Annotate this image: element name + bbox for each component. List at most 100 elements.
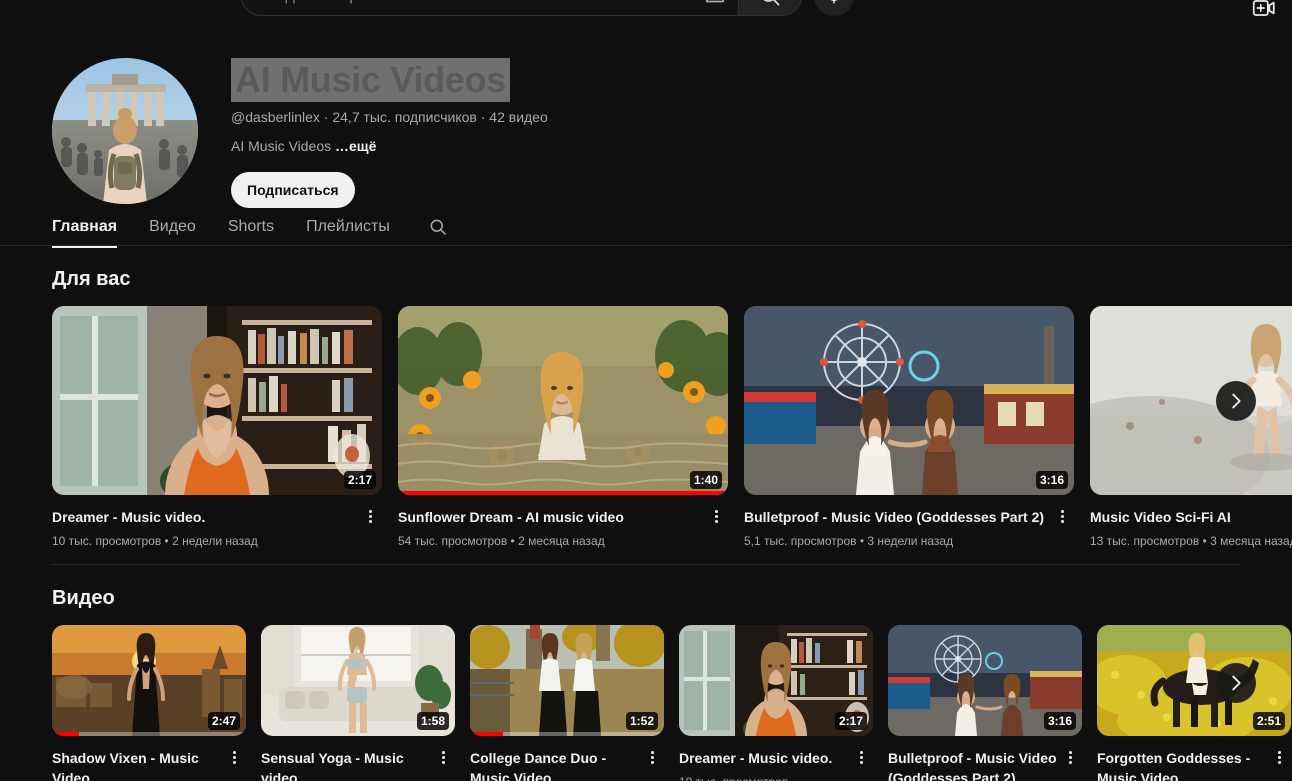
video-stats: 10 тыс. просмотров (679, 773, 849, 781)
video-title[interactable]: Shadow Vixen - Music Video (52, 748, 222, 781)
create-video-icon[interactable] (1246, 0, 1282, 26)
video-card: 2:47 Shadow Vixen - Music Video 1 тыс. п… (52, 625, 246, 781)
video-duration: 2:51 (1252, 712, 1285, 730)
video-title[interactable]: Bulletproof - Music Video (Goddesses Par… (888, 748, 1058, 781)
kebab-menu-icon[interactable] (1050, 507, 1074, 527)
shelf-videos-next-button[interactable] (1216, 663, 1256, 703)
video-thumbnail[interactable]: 1:58 (261, 625, 455, 736)
channel-description: AI Music Videos …ещё (231, 136, 548, 156)
voice-search-button[interactable] (814, 0, 854, 16)
video-card: 2:17 Dreamer - Music video. 10 тыс. прос… (679, 625, 873, 781)
search-button[interactable] (738, 0, 802, 16)
video-duration: 2:17 (834, 712, 867, 730)
search-box[interactable] (241, 0, 738, 16)
tab-videos[interactable]: Видео (149, 208, 196, 246)
kebab-menu-icon[interactable] (1267, 748, 1291, 768)
shelf-videos-clip: 2:47 Shadow Vixen - Music Video 1 тыс. п… (0, 615, 1292, 781)
channel-description-text: AI Music Videos (231, 138, 332, 154)
kebab-menu-icon[interactable] (222, 748, 246, 768)
keyboard-icon[interactable] (702, 0, 728, 9)
channel-header: AI Music Videos @dasberlinlex · 24,7 тыс… (52, 58, 548, 208)
video-thumbnail[interactable]: 3:16 (744, 306, 1074, 495)
video-card: 3:16 Bulletproof - Music Video (Goddesse… (888, 625, 1082, 781)
video-card: 1:58 Sensual Yoga - Music video 19 тыс. … (261, 625, 455, 781)
watch-progress-bar (398, 491, 728, 495)
shelf-for-you-next-button[interactable] (1216, 381, 1256, 421)
video-title[interactable]: Sensual Yoga - Music video (261, 748, 431, 781)
video-duration: 3:16 (1035, 471, 1068, 489)
video-duration: 1:40 (689, 471, 722, 489)
subscribe-button[interactable]: Подписаться (231, 172, 355, 208)
video-card: 1:52 College Dance Duo - Music Video (470, 625, 664, 781)
watch-progress-fill (398, 491, 728, 495)
video-thumbnail[interactable]: 2:17 (52, 306, 382, 495)
kebab-menu-icon[interactable] (640, 748, 664, 768)
search-icon[interactable] (426, 215, 450, 239)
video-meta: Sensual Yoga - Music video 19 тыс. просм… (261, 748, 455, 781)
section-title-videos: Видео (52, 587, 115, 609)
video-meta: Shadow Vixen - Music Video 1 тыс. просмо… (52, 748, 246, 781)
video-duration: 1:52 (625, 712, 658, 730)
section-title-for-you: Для вас (52, 268, 131, 290)
video-card: Music Video Sci-Fi AI 13 тыс. просмотров… (1090, 306, 1292, 550)
channel-description-more-link[interactable]: …ещё (335, 138, 376, 154)
video-title[interactable]: College Dance Duo - Music Video (470, 748, 640, 781)
video-duration: 3:16 (1043, 712, 1076, 730)
video-stats: 10 тыс. просмотров • 2 недели назад (52, 534, 258, 548)
tab-home[interactable]: Главная (52, 208, 118, 248)
search-input[interactable] (258, 0, 702, 5)
video-duration: 2:47 (207, 712, 240, 730)
video-card: 1:40 Sunflower Dream - AI music video 54… (398, 306, 728, 550)
section-divider (52, 564, 1240, 565)
channel-tabs: Главная Видео Shorts Плейлисты (52, 208, 450, 248)
video-thumbnail[interactable] (1090, 306, 1292, 495)
shelf-for-you: 2:17 Dreamer - Music video. 10 тыс. прос… (52, 306, 1292, 550)
video-meta: College Dance Duo - Music Video (470, 748, 664, 781)
video-meta: Sunflower Dream - AI music video 54 тыс.… (398, 507, 728, 550)
watch-progress-fill (52, 732, 80, 736)
video-card: 2:17 Dreamer - Music video. 10 тыс. прос… (52, 306, 382, 550)
video-thumbnail[interactable]: 1:40 (398, 306, 728, 495)
video-title[interactable]: Music Video Sci-Fi AI (1090, 507, 1292, 527)
kebab-menu-icon[interactable] (849, 748, 873, 768)
video-title[interactable]: Sunflower Dream - AI music video (398, 507, 704, 527)
video-card: 3:16 Bulletproof - Music Video (Goddesse… (744, 306, 1074, 550)
tabs-divider (0, 245, 1292, 246)
channel-stats: @dasberlinlex · 24,7 тыс. подписчиков · … (231, 109, 548, 125)
video-stats: 5,1 тыс. просмотров • 3 недели назад (744, 534, 954, 548)
video-meta: Bulletproof - Music Video (Goddesses Par… (744, 507, 1074, 550)
video-title[interactable]: Forgotten Goddesses - Music Video (1097, 748, 1267, 781)
video-thumbnail[interactable]: 2:17 (679, 625, 873, 736)
video-title[interactable]: Dreamer - Music video. (52, 507, 358, 527)
page-title: AI Music Videos (231, 58, 510, 102)
tab-shorts[interactable]: Shorts (228, 208, 274, 246)
video-title[interactable]: Dreamer - Music video. (679, 748, 849, 768)
video-card: 2:51 Forgotten Goddesses - Music Video (1097, 625, 1291, 781)
video-stats: 13 тыс. просмотров • 3 месяца назад (1090, 534, 1292, 548)
video-thumbnail[interactable]: 3:16 (888, 625, 1082, 736)
video-thumbnail[interactable]: 2:51 (1097, 625, 1291, 736)
avatar[interactable] (52, 58, 198, 204)
video-meta: Dreamer - Music video. 10 тыс. просмотро… (679, 748, 873, 781)
watch-progress-bar (470, 732, 664, 736)
search-area (241, 0, 854, 16)
video-thumbnail[interactable]: 1:52 (470, 625, 664, 736)
video-thumbnail[interactable]: 2:47 (52, 625, 246, 736)
video-meta: Dreamer - Music video. 10 тыс. просмотро… (52, 507, 382, 550)
video-title[interactable]: Bulletproof - Music Video (Goddesses Par… (744, 507, 1050, 527)
video-stats: 54 тыс. просмотров • 2 месяца назад (398, 534, 605, 548)
watch-progress-bar (52, 732, 246, 736)
watch-progress-fill (470, 732, 503, 736)
tab-playlists[interactable]: Плейлисты (306, 208, 390, 246)
video-meta: Bulletproof - Music Video (Goddesses Par… (888, 748, 1082, 781)
video-meta: Forgotten Goddesses - Music Video (1097, 748, 1291, 781)
kebab-menu-icon[interactable] (431, 748, 455, 768)
kebab-menu-icon[interactable] (1058, 748, 1082, 768)
kebab-menu-icon[interactable] (704, 507, 728, 527)
kebab-menu-icon[interactable] (358, 507, 382, 527)
top-bar (0, 0, 1292, 24)
video-duration: 1:58 (416, 712, 449, 730)
channel-meta: AI Music Videos @dasberlinlex · 24,7 тыс… (231, 58, 548, 208)
shelf-videos: 2:47 Shadow Vixen - Music Video 1 тыс. п… (52, 625, 1291, 781)
shelf-for-you-clip: 2:17 Dreamer - Music video. 10 тыс. прос… (0, 296, 1292, 551)
